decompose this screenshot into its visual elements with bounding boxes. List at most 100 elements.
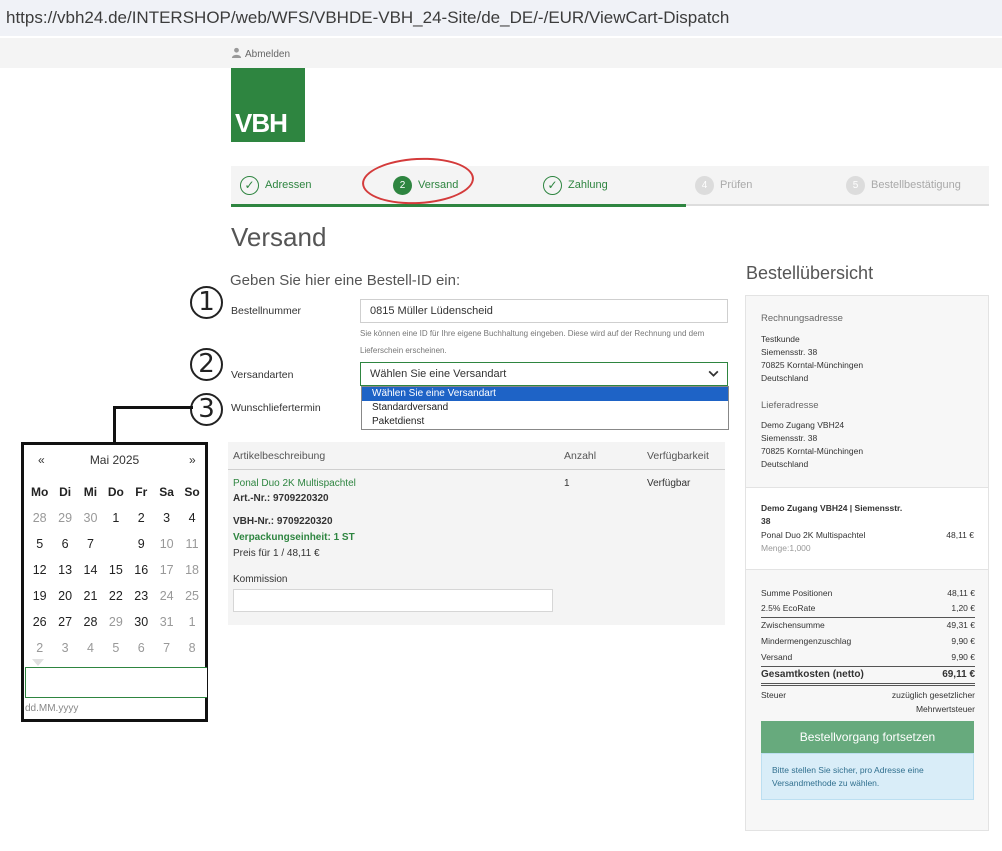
calendar-day[interactable]: 1 (179, 609, 204, 635)
tax-row-cont: Mehrwertsteuer (761, 704, 975, 714)
calendar-week: 19 20 21 22 23 24 25 (27, 583, 205, 609)
calendar-day[interactable]: 5 (27, 531, 52, 557)
calendar-day[interactable]: 6 (129, 635, 154, 661)
calendar-day[interactable]: 12 (27, 557, 52, 583)
weekday: Sa (159, 485, 174, 499)
order-number-input[interactable]: 0815 Müller Lüdenscheid (360, 299, 728, 323)
annotation-connector (113, 406, 116, 442)
calendar-day[interactable]: 29 (103, 609, 128, 635)
billing-address-title: Rechnungsadresse (761, 313, 843, 324)
calendar-day[interactable]: 20 (52, 583, 77, 609)
calendar-day[interactable]: 19 (27, 583, 52, 609)
calendar-day[interactable]: 25 (179, 583, 204, 609)
calendar-day[interactable]: 10 (154, 531, 179, 557)
step-payment[interactable]: ✓ Zahlung (543, 166, 608, 204)
check-icon: ✓ (543, 175, 562, 195)
option-parcel[interactable]: Paketdienst (362, 415, 728, 429)
summary-label: Versand (761, 652, 793, 662)
calendar-day[interactable]: 7 (154, 635, 179, 661)
unit-price: Preis für 1 / 48,11 € (233, 548, 320, 559)
summary-row: Summe Positionen 48,11 € (761, 588, 975, 598)
calendar-day[interactable]: 2 (129, 505, 154, 531)
calendar-day[interactable]: 7 (78, 531, 103, 557)
calendar-day[interactable]: 11 (179, 531, 204, 557)
calendar-day[interactable]: 16 (129, 557, 154, 583)
step-label: Zahlung (568, 179, 608, 191)
step-addresses[interactable]: ✓ Adressen (240, 166, 311, 204)
calendar-day[interactable]: 18 (179, 557, 204, 583)
summary-row: Mindermengenzuschlag 9,90 € (761, 636, 975, 646)
address-line: Demo Zugang VBH24 (761, 420, 845, 430)
calendar-day[interactable]: 28 (78, 609, 103, 635)
calendar-week: 5 6 7 8 9 10 11 (27, 531, 205, 557)
page-title: Versand (231, 222, 327, 252)
commission-input[interactable] (233, 589, 553, 612)
step-label: Prüfen (720, 179, 753, 191)
summary-value: 49,31 € (946, 620, 975, 630)
calendar-day[interactable]: 8 (179, 635, 204, 661)
calendar-day[interactable]: 1 (103, 505, 128, 531)
calendar-day[interactable]: 2 (27, 635, 52, 661)
calendar-day[interactable]: 30 (78, 505, 103, 531)
calendar-day[interactable]: 30 (129, 609, 154, 635)
weekday: Fr (135, 485, 148, 499)
tax-label: Steuer (761, 690, 787, 700)
weekday: Mi (83, 485, 98, 499)
shipping-method-select[interactable]: Wählen Sie eine Versandart (360, 362, 728, 386)
calendar-day[interactable]: 4 (78, 635, 103, 661)
product-name-link[interactable]: Ponal Duo 2K Multispachtel (233, 478, 356, 489)
calendar-day[interactable]: 22 (103, 583, 128, 609)
calendar-day[interactable]: 13 (52, 557, 77, 583)
calendar-week: 26 27 28 29 30 31 1 (27, 609, 205, 635)
logout-link[interactable]: Abmelden (231, 47, 290, 60)
summary-label: Zwischensumme (761, 620, 825, 630)
continue-checkout-button[interactable]: Bestellvorgang fortsetzen (761, 721, 974, 753)
vbh-logo[interactable]: VBH (231, 68, 305, 142)
calendar-day[interactable]: 17 (154, 557, 179, 583)
shipping-method-dropdown: Wählen Sie eine Versandart Standardversa… (361, 386, 729, 430)
calendar-day[interactable]: 23 (129, 583, 154, 609)
address-line: Deutschland (761, 459, 809, 469)
calendar-day[interactable]: 27 (52, 609, 77, 635)
calendar-day[interactable]: 26 (27, 609, 52, 635)
calendar-day[interactable]: 14 (78, 557, 103, 583)
summary-divider (761, 685, 975, 686)
option-standard[interactable]: Standardversand (362, 401, 728, 415)
calendar-day-today[interactable]: 8 (103, 531, 128, 557)
calendar-day[interactable]: 6 (52, 531, 77, 557)
order-summary-title: Bestellübersicht (746, 263, 874, 283)
next-month-button[interactable]: » (189, 453, 196, 467)
calendar-day[interactable]: 15 (103, 557, 128, 583)
summary-value: 9,90 € (951, 652, 975, 662)
step-review: 4 Prüfen (695, 166, 752, 204)
progress-bar (231, 204, 686, 207)
calendar-day[interactable]: 29 (52, 505, 77, 531)
chevron-down-icon (708, 370, 719, 377)
shipment-item-name[interactable]: Ponal Duo 2K Multispachtel (761, 529, 865, 542)
calendar-week: 28 29 30 1 2 3 4 (27, 505, 205, 531)
address-bar[interactable]: https://vbh24.de/INTERSHOP/web/WFS/VBHDE… (0, 0, 1002, 36)
delivery-date-input[interactable] (25, 667, 207, 698)
calendar-day[interactable]: 21 (78, 583, 103, 609)
address-line: 70825 Korntal-Münchingen (761, 446, 864, 456)
step-confirmation: 5 Bestellbestätigung (846, 166, 961, 204)
calendar-day[interactable]: 3 (52, 635, 77, 661)
weekday: Di (59, 485, 72, 499)
user-icon (231, 47, 242, 58)
option-choose[interactable]: Wählen Sie eine Versandart (362, 387, 728, 401)
calendar-day[interactable]: 24 (154, 583, 179, 609)
shipment-item-qty: Menge:1,000 (761, 543, 811, 553)
calendar-day[interactable]: 9 (129, 531, 154, 557)
weekday: So (184, 485, 200, 499)
shipment-box: Demo Zugang VBH24 | Siemensstr. 38 Ponal… (746, 487, 988, 569)
calendar-day[interactable]: 31 (154, 609, 179, 635)
calendar-day[interactable]: 5 (103, 635, 128, 661)
calendar-day[interactable]: 28 (27, 505, 52, 531)
calendar-day[interactable]: 4 (179, 505, 204, 531)
annotation-marker-2: 2 (190, 348, 223, 381)
calendar-day[interactable]: 3 (154, 505, 179, 531)
top-band (0, 38, 1002, 68)
summary-divider (761, 617, 975, 618)
order-number-label: Bestellnummer (231, 305, 302, 317)
summary-label: Summe Positionen (761, 588, 833, 598)
